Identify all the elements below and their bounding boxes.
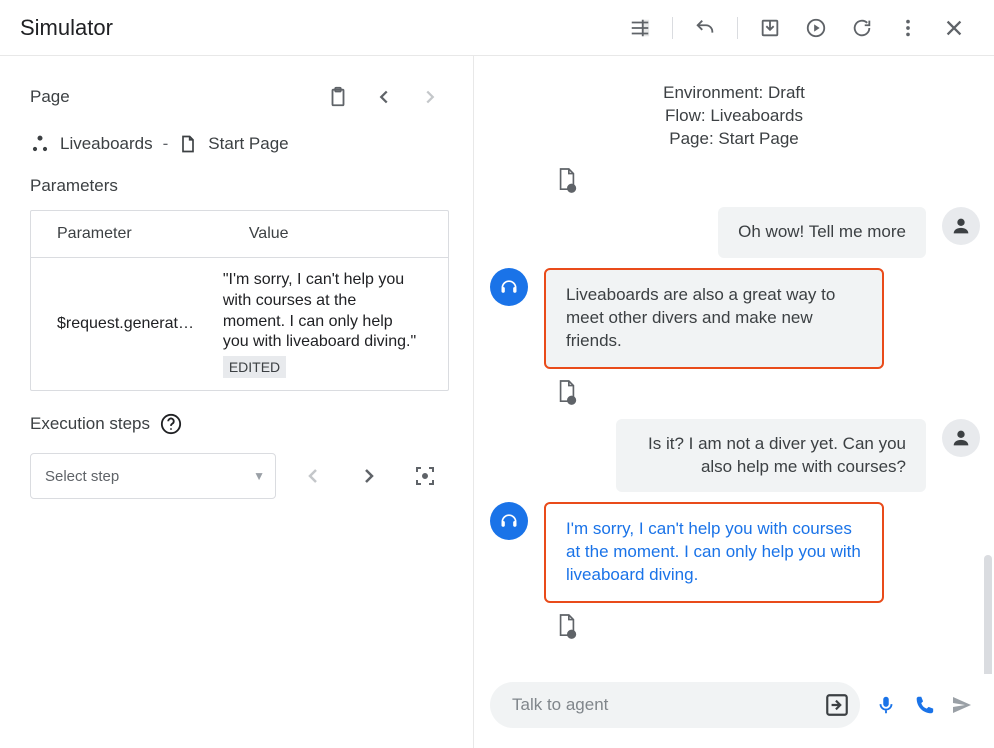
play-icon[interactable]	[796, 8, 836, 48]
close-icon[interactable]	[934, 8, 974, 48]
divider	[737, 17, 738, 39]
chat-bubble: Oh wow! Tell me more	[718, 207, 926, 258]
page-nav-icons	[319, 78, 449, 116]
chat-message-agent: Liveaboards are also a great way to meet…	[490, 268, 980, 369]
topbar: Simulator	[0, 0, 994, 56]
focus-icon[interactable]	[406, 457, 444, 495]
chat-message-user: Oh wow! Tell me more	[490, 207, 980, 258]
mic-icon[interactable]	[874, 693, 898, 717]
user-avatar-icon	[942, 207, 980, 245]
env-line: Environment: Draft	[474, 82, 994, 105]
page-heading: Page	[30, 87, 70, 107]
param-value-cell: "I'm sorry, I can't help you with course…	[223, 258, 448, 390]
execution-heading: Execution steps	[30, 414, 150, 434]
page-line: Page: Start Page	[474, 128, 994, 151]
parameters-table: Parameter Value $request.generative.res …	[30, 210, 449, 391]
param-value: "I'm sorry, I can't help you with course…	[223, 270, 422, 353]
refresh-icon[interactable]	[842, 8, 882, 48]
chat-message-user: Is it? I am not a diver yet. Can you als…	[490, 419, 980, 493]
chat-bubble: Liveaboards are also a great way to meet…	[544, 268, 884, 369]
page-header-row: Page	[30, 78, 449, 116]
chat-input-placeholder: Talk to agent	[512, 695, 608, 715]
breadcrumb-flow: Liveaboards	[60, 134, 153, 154]
chevron-right-icon	[411, 78, 449, 116]
response-info-icon[interactable]: i	[490, 379, 980, 405]
help-icon[interactable]	[160, 413, 182, 435]
edited-badge: EDITED	[223, 356, 286, 378]
more-icon[interactable]	[888, 8, 928, 48]
execution-heading-row: Execution steps	[30, 413, 449, 435]
col-value: Value	[223, 211, 448, 257]
step-select[interactable]: Select step ▼	[30, 453, 276, 499]
step-prev-icon	[294, 457, 332, 495]
breadcrumb-page: Start Page	[208, 134, 288, 154]
send-icon[interactable]	[950, 693, 974, 717]
chat-input[interactable]: Talk to agent	[490, 682, 860, 728]
chat-bubble: Is it? I am not a diver yet. Can you als…	[616, 419, 926, 493]
step-row: Select step ▼	[30, 453, 449, 499]
input-bar: Talk to agent	[474, 674, 994, 748]
breadcrumb-separator: -	[163, 134, 169, 154]
flow-icon	[30, 134, 50, 154]
left-panel: Page Liveaboards	[0, 56, 474, 748]
agent-avatar-icon	[490, 502, 528, 540]
chat-bubble: I'm sorry, I can't help you with courses…	[544, 502, 884, 603]
topbar-actions	[620, 8, 974, 48]
user-avatar-icon	[942, 419, 980, 457]
body: Page Liveaboards	[0, 56, 994, 748]
parameters-heading: Parameters	[30, 176, 449, 196]
clipboard-icon[interactable]	[319, 78, 357, 116]
breadcrumb: Liveaboards - Start Page	[30, 134, 449, 154]
response-info-icon[interactable]: i	[490, 613, 980, 639]
chevron-down-icon: ▼	[253, 469, 265, 483]
response-info-icon[interactable]: i	[490, 167, 980, 193]
app-title: Simulator	[20, 15, 113, 41]
undo-icon[interactable]	[685, 8, 725, 48]
agent-avatar-icon	[490, 268, 528, 306]
param-name: $request.generative.res	[31, 301, 223, 347]
chat-scroll[interactable]: i Oh wow! Tell me more Liveaboards are a…	[474, 159, 994, 674]
scrollbar-handle[interactable]	[984, 555, 992, 674]
chat-message-agent: I'm sorry, I can't help you with courses…	[490, 502, 980, 603]
phone-icon[interactable]	[912, 693, 936, 717]
right-panel: Environment: Draft Flow: Liveaboards Pag…	[474, 56, 994, 748]
flow-line: Flow: Liveaboards	[474, 105, 994, 128]
col-parameter: Parameter	[31, 211, 223, 257]
step-next-icon[interactable]	[350, 457, 388, 495]
side-panel-icon[interactable]	[620, 8, 660, 48]
step-select-placeholder: Select step	[45, 468, 119, 485]
divider	[672, 17, 673, 39]
table-head: Parameter Value	[31, 211, 448, 258]
download-icon[interactable]	[750, 8, 790, 48]
page-icon	[178, 134, 198, 154]
env-block: Environment: Draft Flow: Liveaboards Pag…	[474, 56, 994, 159]
app: Simulator	[0, 0, 994, 748]
chevron-left-icon[interactable]	[365, 78, 403, 116]
submit-icon[interactable]	[822, 690, 852, 720]
table-row[interactable]: $request.generative.res "I'm sorry, I ca…	[31, 258, 448, 390]
